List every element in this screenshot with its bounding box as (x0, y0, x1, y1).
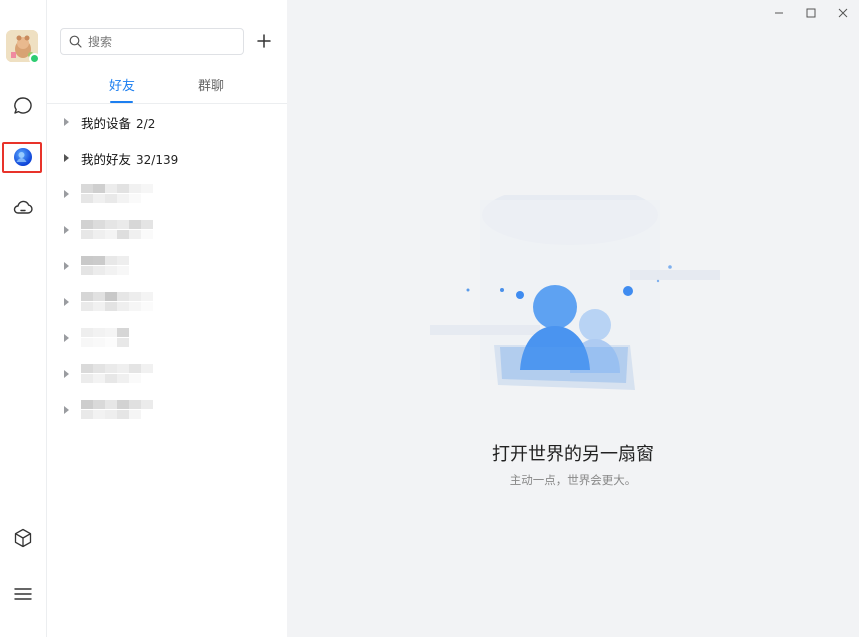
online-status-dot (29, 53, 40, 64)
search-icon (69, 35, 82, 48)
redacted-label (81, 220, 153, 239)
add-button[interactable] (254, 31, 274, 51)
contacts-panel: 好友 群聊 我的设备 2/2 我的好友 32/139 (47, 0, 287, 637)
group-title: 我的好友 (81, 151, 132, 167)
maximize-button[interactable] (805, 4, 817, 18)
chat-bubble-icon (14, 97, 32, 114)
expand-caret-icon (64, 406, 69, 414)
tab-bar: 好友 群聊 (47, 70, 287, 104)
expand-caret-icon (64, 334, 69, 342)
close-icon (838, 8, 848, 18)
group-redacted[interactable] (47, 290, 287, 314)
cube-icon (14, 528, 32, 548)
expand-caret-icon (64, 154, 69, 162)
search-input[interactable] (88, 34, 238, 49)
contacts-icon (14, 148, 32, 166)
group-redacted[interactable] (47, 398, 287, 422)
expand-caret-icon (64, 370, 69, 378)
redacted-label (81, 328, 153, 347)
cloud-icon (13, 200, 33, 214)
redacted-label (81, 184, 153, 203)
plus-icon (257, 34, 271, 48)
main-content: 打开世界的另一扇窗 主动一点，世界会更大。 (287, 0, 859, 637)
group-redacted[interactable] (47, 254, 287, 278)
tab-active-underline (110, 101, 133, 103)
expand-caret-icon (64, 190, 69, 198)
group-count: 2/2 (136, 116, 156, 131)
rail-item-messages[interactable] (10, 93, 36, 119)
group-redacted[interactable] (47, 362, 287, 386)
group-redacted[interactable] (47, 218, 287, 242)
group-label: 我的设备 2/2 (81, 113, 155, 132)
expand-caret-icon (64, 226, 69, 234)
tab-friends[interactable]: 好友 (109, 75, 135, 94)
expand-caret-icon (64, 262, 69, 270)
minimize-button[interactable] (773, 4, 785, 16)
tab-groups[interactable]: 群聊 (198, 75, 224, 94)
left-rail (0, 0, 47, 637)
expand-caret-icon (64, 118, 69, 126)
expand-caret-icon (64, 298, 69, 306)
empty-state-title: 打开世界的另一扇窗 (492, 444, 654, 465)
group-redacted[interactable] (47, 182, 287, 206)
search-box[interactable] (60, 28, 244, 55)
hamburger-menu-icon (14, 588, 32, 600)
minimize-icon (775, 12, 783, 14)
empty-state-subtitle: 主动一点，世界会更大。 (509, 473, 637, 487)
group-my-devices[interactable]: 我的设备 2/2 (47, 110, 287, 134)
rail-item-contacts[interactable] (10, 144, 36, 170)
redacted-label (81, 400, 153, 419)
rail-item-menu[interactable] (10, 581, 36, 607)
app-window: 好友 群聊 我的设备 2/2 我的好友 32/139 (0, 0, 859, 637)
group-count: 32/139 (136, 152, 179, 167)
close-button[interactable] (837, 4, 849, 18)
group-label: 我的好友 32/139 (81, 149, 178, 168)
empty-state-illustration (430, 195, 720, 390)
maximize-icon (806, 8, 816, 18)
redacted-label (81, 292, 153, 311)
rail-item-apps[interactable] (10, 525, 36, 551)
group-title: 我的设备 (81, 115, 132, 131)
redacted-label (81, 364, 153, 383)
group-my-friends[interactable]: 我的好友 32/139 (47, 146, 287, 170)
redacted-label (81, 256, 153, 275)
rail-item-cloud[interactable] (10, 194, 36, 220)
group-redacted[interactable] (47, 326, 287, 350)
